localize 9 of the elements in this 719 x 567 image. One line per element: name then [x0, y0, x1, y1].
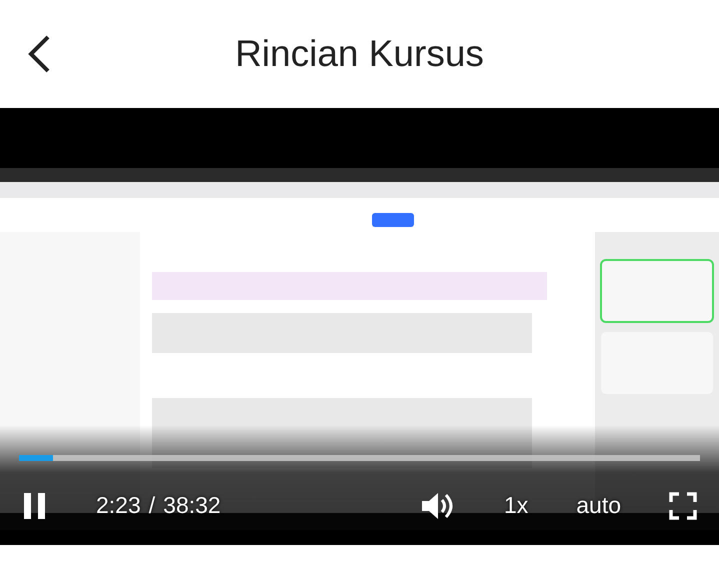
time-separator: /	[148, 492, 156, 520]
speed-button[interactable]: 1x	[504, 492, 528, 520]
quality-button[interactable]: auto	[576, 492, 621, 520]
pause-button[interactable]	[22, 492, 48, 520]
current-time: 2:23	[96, 492, 141, 520]
progress-track[interactable]	[19, 455, 700, 461]
duration: 38:32	[163, 492, 221, 520]
page-title: Rincian Kursus	[235, 32, 484, 76]
fullscreen-button[interactable]	[669, 492, 697, 520]
